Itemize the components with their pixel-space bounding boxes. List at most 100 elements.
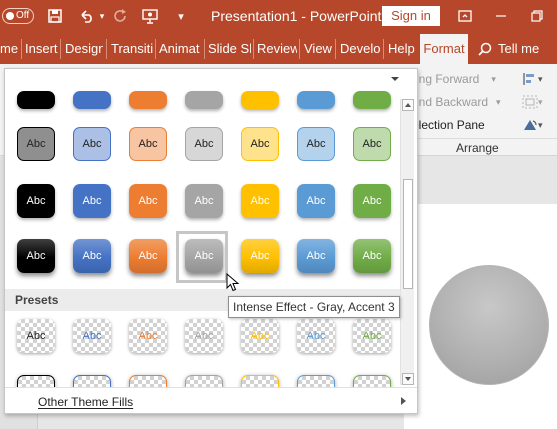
style-swatch[interactable]: Abc — [353, 127, 391, 161]
scroll-thumb[interactable] — [403, 179, 413, 289]
style-swatch[interactable]: Abc — [17, 127, 55, 161]
swatch-label: Abc — [250, 138, 270, 150]
group-divider — [416, 138, 557, 139]
tab-developer[interactable]: Develo — [340, 34, 381, 64]
chevron-down-icon: ▾ — [538, 73, 543, 84]
swatch-label: Abc — [138, 330, 158, 342]
present-icon[interactable] — [139, 6, 161, 26]
undo-dropdown-icon[interactable]: ▾ — [96, 6, 108, 26]
style-swatch[interactable]: Abc — [241, 184, 279, 218]
preset-swatch[interactable]: Abc — [17, 319, 55, 353]
arrange-group-label: Arrange — [456, 141, 499, 155]
swatch-label: Abc — [250, 330, 270, 342]
preset-swatch[interactable]: Abc — [129, 319, 167, 353]
preset-swatch[interactable]: Abc — [73, 319, 111, 353]
gallery-scrollbar[interactable] — [400, 99, 414, 385]
style-swatch[interactable] — [353, 91, 391, 109]
preset-swatch[interactable]: Abc — [353, 319, 391, 353]
style-swatch[interactable]: Abc — [241, 239, 279, 273]
tab-design[interactable]: Design — [65, 34, 103, 64]
style-swatch[interactable] — [17, 91, 55, 109]
tab-format[interactable]: Format — [420, 34, 468, 64]
group-icon — [522, 95, 538, 109]
swatch-label: Abc — [26, 250, 46, 262]
tab-separator — [253, 39, 254, 59]
preset-swatch[interactable]: Abc — [185, 319, 223, 353]
editor-background — [404, 157, 557, 204]
style-swatch[interactable]: Abc — [73, 239, 111, 273]
redo-icon — [110, 6, 132, 26]
swatch-label: Abc — [194, 195, 214, 207]
tab-separator — [299, 39, 300, 59]
chevron-down-icon: ▾ — [538, 96, 543, 107]
resize-grip-icon[interactable]: • • • • — [203, 412, 228, 413]
customize-qat-icon[interactable]: ▾ — [170, 6, 192, 26]
other-theme-fills-item[interactable]: Other Theme Fills — [38, 395, 133, 409]
style-swatch[interactable]: Abc — [241, 127, 279, 161]
style-swatch[interactable] — [297, 91, 335, 109]
selected-style-frame — [176, 231, 228, 283]
style-swatch[interactable]: Abc — [297, 239, 335, 273]
tab-insert[interactable]: Insert — [25, 34, 59, 64]
style-swatch[interactable] — [185, 91, 223, 109]
tab-transitions[interactable]: Transiti — [111, 34, 154, 64]
tab-slide-show[interactable]: Slide Sh — [208, 34, 251, 64]
scroll-up-icon[interactable] — [402, 99, 414, 111]
save-icon[interactable] — [44, 6, 66, 26]
tab-separator — [60, 39, 61, 59]
sign-in-button[interactable]: Sign in — [382, 6, 440, 26]
autosave-toggle[interactable]: Off — [2, 8, 34, 24]
swatch-label: Abc — [306, 250, 326, 262]
style-swatch[interactable]: Abc — [353, 184, 391, 218]
tab-help[interactable]: Help — [388, 34, 416, 64]
align-icon — [523, 73, 534, 85]
style-swatch[interactable]: Abc — [185, 184, 223, 218]
tab-view[interactable]: View — [304, 34, 333, 64]
tell-me-box[interactable]: Tell me — [478, 34, 539, 64]
style-swatch[interactable]: Abc — [353, 239, 391, 273]
style-swatch[interactable]: Abc — [129, 127, 167, 161]
style-swatch[interactable] — [129, 91, 167, 109]
minimize-icon[interactable] — [491, 6, 511, 26]
undo-icon[interactable] — [76, 6, 98, 26]
style-swatch[interactable]: Abc — [73, 127, 111, 161]
preset-swatch[interactable]: Abc — [297, 319, 335, 353]
style-tooltip: Intense Effect - Gray, Accent 3 — [228, 296, 400, 318]
rotate-icon — [524, 120, 537, 130]
restore-icon[interactable] — [527, 6, 547, 26]
swatch-label: Abc — [26, 195, 46, 207]
style-swatch[interactable]: Abc — [129, 239, 167, 273]
style-swatch[interactable]: Abc — [297, 127, 335, 161]
swatch-label: Abc — [26, 138, 46, 150]
style-swatch[interactable]: Abc — [129, 184, 167, 218]
tab-animations[interactable]: Animat — [159, 34, 202, 64]
swatch-label: Abc — [82, 330, 102, 342]
preset-swatch[interactable]: Abc — [241, 319, 279, 353]
swatch-label: Abc — [82, 138, 102, 150]
tab-separator — [155, 39, 156, 59]
ribbon-tabs: me Insert Design Transiti Animat Slide S… — [0, 34, 557, 64]
oval-shape[interactable] — [429, 265, 549, 385]
rotate-button[interactable]: ▾ — [522, 115, 552, 135]
tab-separator — [383, 39, 384, 59]
style-swatch[interactable]: Abc — [297, 184, 335, 218]
gallery-more-icon[interactable] — [390, 75, 400, 83]
style-swatch[interactable]: Abc — [17, 184, 55, 218]
align-button[interactable]: ▾ — [522, 69, 552, 89]
style-swatch[interactable]: Abc — [73, 184, 111, 218]
style-swatch[interactable]: Abc — [185, 127, 223, 161]
style-swatch[interactable] — [241, 91, 279, 109]
ribbon-display-icon[interactable] — [455, 6, 475, 26]
title-bar: Off ▾ ▾ Presentation1 - PowerPoint Sign … — [0, 0, 557, 34]
chevron-down-icon: ▾ — [496, 96, 501, 107]
style-swatch[interactable] — [73, 91, 111, 109]
style-swatch[interactable]: Abc — [17, 239, 55, 273]
scroll-down-icon[interactable] — [402, 373, 414, 385]
swatch-label: Abc — [194, 138, 214, 150]
swatch-label: Abc — [138, 138, 158, 150]
swatch-label: Abc — [306, 330, 326, 342]
swatch-label: Abc — [250, 195, 270, 207]
tab-separator — [204, 39, 205, 59]
tab-home[interactable]: me — [0, 34, 20, 64]
tab-review[interactable]: Review — [257, 34, 297, 64]
